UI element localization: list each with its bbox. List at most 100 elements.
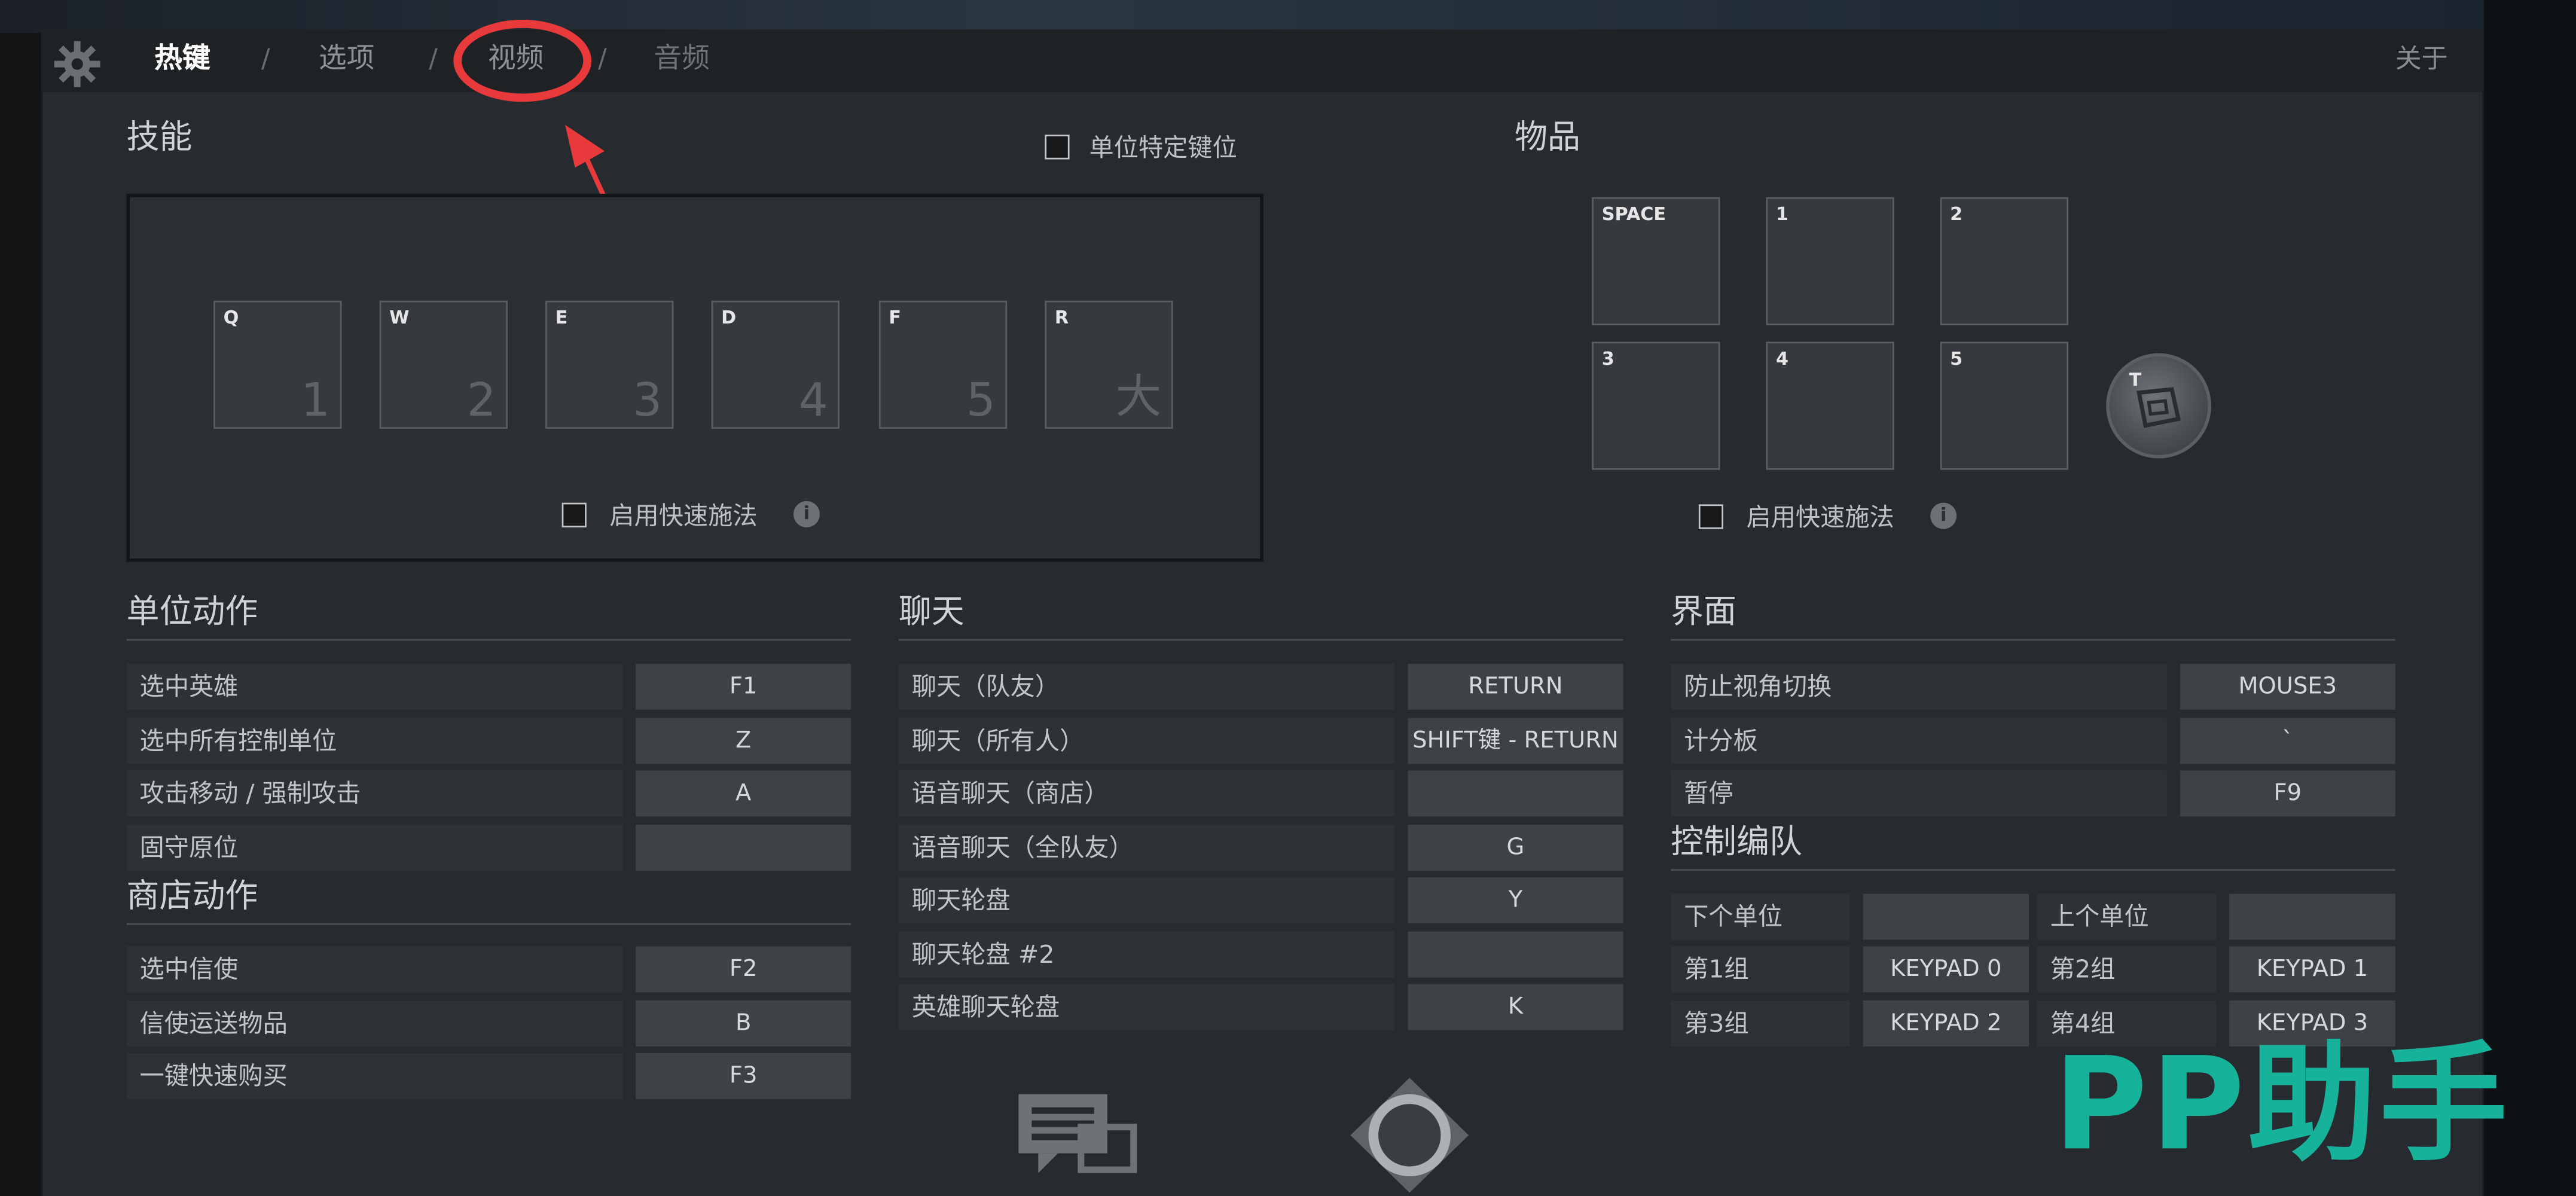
slot-key: 1 bbox=[1775, 203, 1788, 225]
ability-slot-e[interactable]: E 3 bbox=[545, 300, 674, 429]
info-icon[interactable]: i bbox=[1930, 502, 1957, 529]
abilities-heading: 技能 bbox=[126, 117, 193, 156]
hotkey-button[interactable]: RETURN bbox=[1408, 663, 1623, 710]
hotkey-label: 攻击移动 / 强制攻击 bbox=[126, 770, 623, 817]
screen: 热键 / 选项 / 视频 / 音频 关于 技能 单位特定键位 Q 1 W 2 E… bbox=[0, 0, 2576, 1196]
interface-heading: 界面 bbox=[1671, 591, 1737, 631]
item-slot-4[interactable]: 4 bbox=[1766, 341, 1894, 470]
hotkey-button[interactable]: ` bbox=[2180, 718, 2395, 764]
slot-glyph: 1 bbox=[301, 373, 331, 428]
slot-key: F bbox=[889, 307, 901, 329]
slot-glyph: 5 bbox=[966, 373, 996, 428]
hotkey-button[interactable] bbox=[636, 825, 851, 871]
hotkey-label: 信使运送物品 bbox=[126, 1000, 623, 1047]
hotkey-button[interactable]: KEYPAD 2 bbox=[1863, 1000, 2029, 1047]
hotkey-label: 选中信使 bbox=[126, 946, 623, 993]
chat-heading: 聊天 bbox=[898, 591, 965, 631]
nav-separator: / bbox=[429, 42, 438, 74]
hotkey-label: 英雄聊天轮盘 bbox=[898, 984, 1395, 1030]
slot-key: 4 bbox=[1775, 348, 1788, 370]
hotkey-button[interactable]: KEYPAD 1 bbox=[2229, 946, 2395, 993]
nav-separator: / bbox=[261, 42, 270, 74]
hotkey-label: 聊天（队友） bbox=[898, 663, 1395, 710]
gear-icon[interactable] bbox=[53, 39, 102, 89]
hotkey-button[interactable]: F9 bbox=[2180, 770, 2395, 817]
slot-glyph: 大 bbox=[1115, 370, 1162, 424]
hotkey-label: 聊天轮盘 bbox=[898, 877, 1395, 923]
slot-key: 2 bbox=[1950, 203, 1963, 225]
background-top bbox=[0, 0, 2576, 33]
unit-specific-checkbox[interactable] bbox=[1045, 135, 1070, 160]
slot-key: W bbox=[389, 307, 410, 329]
section-divider bbox=[1671, 639, 2395, 641]
hotkey-button[interactable]: KEYPAD 0 bbox=[1863, 946, 2029, 993]
annotation-circle bbox=[453, 19, 592, 102]
slot-key: 5 bbox=[1950, 348, 1963, 370]
nav-bar bbox=[41, 29, 2485, 92]
watermark: PP助手 bbox=[2053, 1032, 2511, 1180]
hotkey-label: 固守原位 bbox=[126, 825, 623, 871]
ability-slot-f[interactable]: F 5 bbox=[878, 300, 1008, 429]
hotkey-label: 语音聊天（商店） bbox=[898, 770, 1395, 817]
section-divider bbox=[898, 639, 1623, 641]
ability-slot-r[interactable]: R 大 bbox=[1045, 300, 1173, 429]
hotkey-label: 第1组 bbox=[1671, 946, 1850, 993]
hotkey-button[interactable] bbox=[1863, 893, 2029, 940]
hotkey-button[interactable] bbox=[2229, 893, 2395, 940]
ability-quickcast-checkbox[interactable] bbox=[561, 502, 587, 527]
ability-slot-d[interactable]: D 4 bbox=[711, 300, 840, 429]
slot-key: 3 bbox=[1601, 348, 1614, 370]
item-slot-space[interactable]: SPACE bbox=[1592, 197, 1720, 325]
item-slot-5[interactable]: 5 bbox=[1940, 341, 2068, 470]
wheel-icon[interactable] bbox=[1347, 1075, 1472, 1196]
hotkey-label: 语音聊天（全队友） bbox=[898, 825, 1395, 871]
slot-glyph: 4 bbox=[798, 373, 828, 428]
hotkey-button[interactable]: G bbox=[1408, 825, 1623, 871]
hotkey-button[interactable]: F2 bbox=[636, 946, 851, 993]
item-slot-1[interactable]: 1 bbox=[1766, 197, 1894, 325]
tab-audio[interactable]: 音频 bbox=[654, 39, 709, 79]
section-divider bbox=[126, 639, 851, 641]
item-quickcast-checkbox[interactable] bbox=[1698, 504, 1724, 529]
hotkey-button[interactable]: SHIFT键 - RETURN bbox=[1408, 718, 1623, 764]
item-quickcast-label: 启用快速施法 bbox=[1746, 502, 1894, 533]
shop-actions-heading: 商店动作 bbox=[126, 875, 258, 916]
unit-specific-label: 单位特定键位 bbox=[1089, 133, 1237, 163]
items-heading: 物品 bbox=[1515, 117, 1580, 156]
section-divider bbox=[1671, 869, 2395, 871]
slot-key: E bbox=[555, 307, 568, 329]
hotkey-button[interactable]: Z bbox=[636, 718, 851, 764]
hotkey-label: 第2组 bbox=[2037, 946, 2217, 993]
hotkey-button[interactable] bbox=[1408, 770, 1623, 817]
ability-quickcast-label: 启用快速施法 bbox=[609, 501, 758, 531]
hotkey-label: 第3组 bbox=[1671, 1000, 1850, 1047]
hotkey-button[interactable] bbox=[1408, 931, 1623, 978]
hotkey-label: 聊天（所有人） bbox=[898, 718, 1395, 764]
ability-slot-w[interactable]: W 2 bbox=[379, 300, 508, 429]
hotkey-button[interactable]: B bbox=[636, 1000, 851, 1047]
hotkey-button[interactable]: K bbox=[1408, 984, 1623, 1030]
hotkey-button[interactable]: F1 bbox=[636, 663, 851, 710]
hotkey-button[interactable]: MOUSE3 bbox=[2180, 663, 2395, 710]
tp-scroll-slot[interactable]: T bbox=[2106, 353, 2212, 459]
item-slot-2[interactable]: 2 bbox=[1940, 197, 2068, 325]
hotkey-button[interactable]: A bbox=[636, 770, 851, 817]
hotkey-label: 暂停 bbox=[1671, 770, 2167, 817]
tab-options[interactable]: 选项 bbox=[319, 39, 374, 79]
slot-glyph: 2 bbox=[466, 373, 496, 428]
slot-key: Q bbox=[223, 307, 239, 329]
ability-slot-q[interactable]: Q 1 bbox=[213, 300, 342, 429]
chat-bubble-icon[interactable] bbox=[1015, 1091, 1137, 1189]
hotkey-button[interactable]: Y bbox=[1408, 877, 1623, 923]
hotkey-label: 计分板 bbox=[1671, 718, 2167, 764]
hotkey-label: 选中所有控制单位 bbox=[126, 718, 623, 764]
item-slot-3[interactable]: 3 bbox=[1592, 341, 1720, 470]
control-groups-heading: 控制编队 bbox=[1671, 821, 1802, 861]
about-link[interactable]: 关于 bbox=[2395, 39, 2448, 79]
info-icon[interactable]: i bbox=[793, 501, 820, 527]
hotkey-label: 防止视角切换 bbox=[1671, 663, 2167, 710]
slot-key: R bbox=[1054, 307, 1069, 329]
hotkey-button[interactable]: F3 bbox=[636, 1053, 851, 1099]
hotkey-label: 上个单位 bbox=[2037, 893, 2217, 940]
tab-hotkeys[interactable]: 热键 bbox=[154, 39, 210, 79]
